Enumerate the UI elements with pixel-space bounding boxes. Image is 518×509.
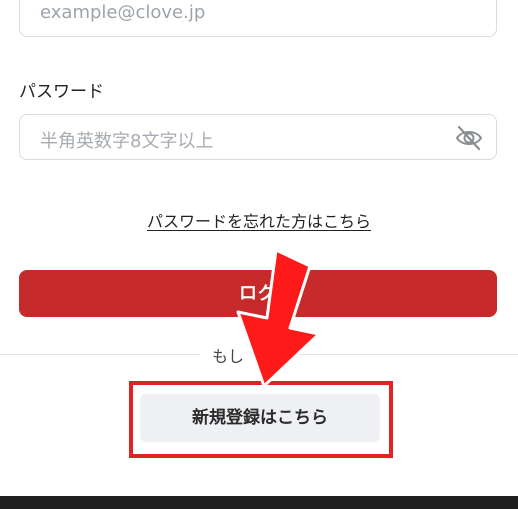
footer-bar bbox=[0, 496, 518, 509]
annotation-highlight-box bbox=[129, 381, 393, 458]
forgot-password-link[interactable]: パスワードを忘れた方はこちら bbox=[0, 208, 518, 232]
arrow-down-icon bbox=[236, 250, 321, 388]
password-field[interactable]: 半角英数字8文字以上 bbox=[19, 114, 497, 160]
email-value: example@clove.jp bbox=[40, 2, 206, 23]
eye-slash-icon[interactable] bbox=[454, 123, 484, 153]
password-label: パスワード bbox=[19, 82, 104, 102]
email-field[interactable]: example@clove.jp bbox=[19, 0, 497, 37]
password-placeholder: 半角英数字8文字以上 bbox=[40, 131, 214, 152]
